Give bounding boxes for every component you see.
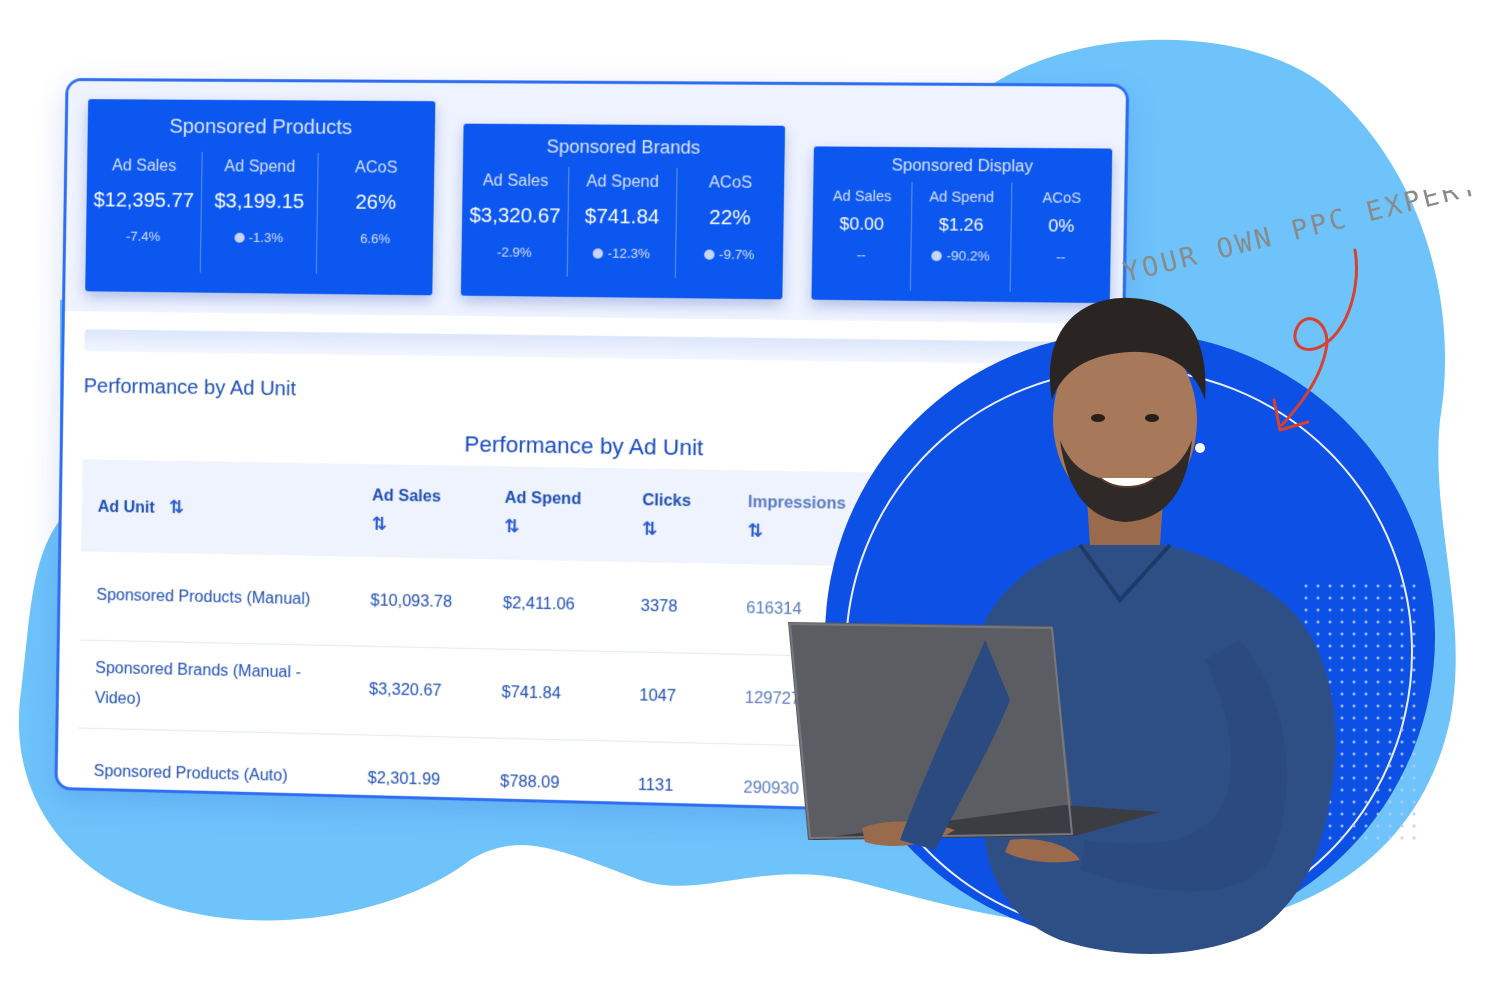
cell-clicks: 1047	[622, 651, 729, 743]
trend-down-icon	[932, 251, 943, 261]
change-text: -90.2%	[946, 248, 990, 264]
metric-value: $3,199.15	[202, 190, 317, 214]
column-label: Clicks	[642, 491, 691, 509]
column-label: Ad Spend	[505, 489, 582, 508]
column-label: Impressions	[748, 493, 846, 512]
kpi-card-title: Sponsored Products	[88, 115, 436, 140]
metric-ad-spend: Ad Spend $3,199.15 -1.3%	[200, 152, 318, 274]
metric-ad-sales: Ad Sales $12,395.77 -7.4%	[86, 151, 202, 272]
change-text: -9.7%	[719, 247, 754, 263]
metric-acos: ACoS 26% 6.6%	[316, 153, 435, 275]
metric-label: ACoS	[318, 159, 434, 178]
metric-label: Ad Sales	[87, 157, 202, 176]
cell-ad-spend: $741.84	[485, 648, 624, 740]
change-text: -12.3%	[607, 246, 650, 262]
metric-label: ACoS	[677, 174, 784, 193]
cell-ad-sales: $10,093.78	[354, 557, 488, 649]
change-text: -2.9%	[497, 244, 532, 260]
metric-value: 0%	[1012, 216, 1112, 238]
metric-value: $0.00	[813, 214, 912, 235]
cell-ad-unit: Sponsored Brands (Manual - Video)	[78, 639, 353, 734]
metric-value: $1.26	[912, 215, 1011, 236]
cell-ad-unit: Sponsored Products (Manual)	[80, 551, 355, 645]
metric-label: Ad Sales	[463, 172, 569, 191]
dot-pattern	[1300, 580, 1420, 840]
kpi-card-sponsored-brands[interactable]: Sponsored Brands Ad Sales $3,320.67 -2.9…	[461, 124, 785, 300]
column-label: Ad Unit	[98, 498, 155, 516]
change-text: 6.6%	[360, 231, 390, 246]
cell-clicks: 3378	[623, 562, 730, 654]
column-header-ad-sales[interactable]: Ad Sales ⇅	[355, 464, 489, 559]
column-label: Ad Sales	[372, 487, 441, 505]
metric-label: Ad Sales	[813, 187, 911, 204]
sort-icon[interactable]: ⇅	[169, 496, 184, 516]
metric-change: -7.4%	[86, 228, 200, 244]
metric-change: -1.3%	[201, 229, 316, 245]
metric-ad-spend: Ad Spend $741.84 -12.3%	[567, 167, 676, 278]
metric-label: ACoS	[1012, 189, 1112, 206]
sort-icon[interactable]: ⇅	[642, 518, 731, 541]
kpi-card-title: Sponsored Brands	[463, 136, 785, 160]
section-title: Performance by Ad Unit	[84, 375, 297, 401]
column-header-ad-spend[interactable]: Ad Spend ⇅	[487, 466, 626, 562]
metric-change: 6.6%	[317, 230, 433, 246]
metric-change: --	[1011, 249, 1111, 265]
column-header-clicks[interactable]: Clicks ⇅	[625, 468, 732, 564]
metric-value: $12,395.77	[86, 189, 201, 213]
metric-ad-sales: Ad Sales $3,320.67 -2.9%	[461, 166, 569, 276]
kpi-card-title: Sponsored Display	[813, 157, 1112, 178]
metric-ad-spend: Ad Spend $1.26 -90.2%	[910, 182, 1012, 292]
metric-change: --	[812, 247, 910, 263]
metric-value: $741.84	[569, 206, 676, 230]
column-header-ad-unit[interactable]: Ad Unit ⇅	[81, 459, 356, 556]
metric-label: Ad Spend	[202, 158, 317, 177]
kpi-card-sponsored-products[interactable]: Sponsored Products Ad Sales $12,395.77 -…	[85, 99, 435, 295]
metric-value: 22%	[676, 206, 784, 230]
change-text: --	[857, 247, 866, 262]
trend-down-icon	[234, 233, 244, 243]
metric-ad-sales: Ad Sales $0.00 --	[812, 181, 912, 290]
metric-value: 26%	[318, 191, 434, 215]
sort-icon[interactable]: ⇅	[504, 515, 626, 539]
change-text: -7.4%	[126, 229, 160, 244]
metric-acos: ACoS 22% -9.7%	[674, 168, 784, 279]
cell-ad-sales: $3,320.67	[352, 645, 486, 737]
cell-ad-spend: $2,411.06	[486, 559, 625, 651]
change-text: --	[1056, 249, 1065, 265]
metric-label: Ad Spend	[912, 188, 1011, 205]
curly-arrow-icon	[1260, 240, 1380, 440]
change-text: -1.3%	[249, 230, 284, 245]
kpi-card-sponsored-display[interactable]: Sponsored Display Ad Sales $0.00 -- Ad S…	[811, 146, 1112, 303]
trend-down-icon	[704, 250, 715, 260]
section-divider	[84, 329, 1100, 365]
sort-icon[interactable]: ⇅	[372, 513, 489, 536]
metric-change: -9.7%	[676, 246, 783, 262]
metric-change: -2.9%	[461, 244, 567, 260]
metric-change: -90.2%	[911, 248, 1010, 264]
trend-down-icon	[593, 248, 603, 258]
metric-acos: ACoS 0% --	[1010, 183, 1112, 293]
metric-value: $3,320.67	[462, 205, 568, 229]
metric-change: -12.3%	[568, 245, 675, 261]
metric-label: Ad Spend	[569, 173, 676, 192]
